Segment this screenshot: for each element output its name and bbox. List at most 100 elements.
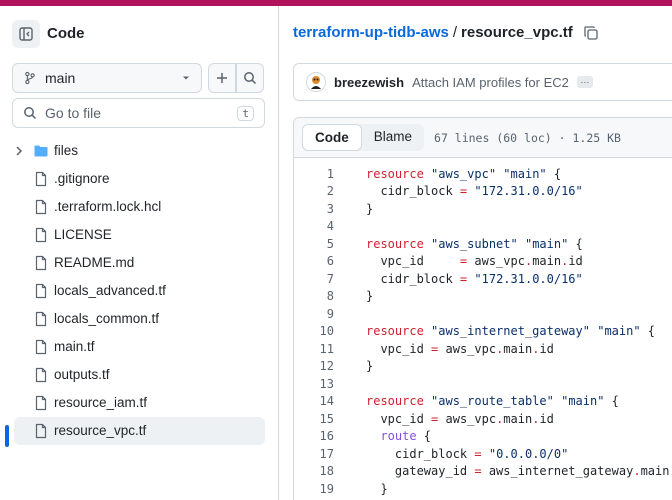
tree-item-terraform-lock[interactable]: .terraform.lock.hcl bbox=[0, 193, 279, 221]
code-line: 8} bbox=[294, 288, 672, 306]
line-number[interactable]: 14 bbox=[294, 394, 334, 408]
code-token: "aws_route_table" bbox=[431, 394, 554, 409]
code-text: cidr_block = "172.31.0.0/16" bbox=[334, 271, 582, 286]
code-line: 9 bbox=[294, 305, 672, 323]
commit-author[interactable]: breezewish bbox=[334, 75, 404, 90]
code-line: 17 cidr_block = "0.0.0.0/0" bbox=[294, 445, 672, 463]
code-token: aws_vpc bbox=[467, 254, 525, 269]
code-token: cidr_block bbox=[366, 184, 460, 199]
add-file-button[interactable] bbox=[208, 63, 236, 93]
tree-item-label: .terraform.lock.hcl bbox=[54, 199, 162, 214]
line-number[interactable]: 12 bbox=[294, 359, 334, 373]
tree-item-resource-iam[interactable]: resource_iam.tf bbox=[0, 389, 279, 417]
code-token: main bbox=[503, 341, 533, 356]
code-token: { bbox=[546, 166, 562, 181]
code-line: 13 bbox=[294, 375, 672, 393]
code-text: resource "aws_subnet" "main" { bbox=[334, 237, 583, 251]
file-icon bbox=[35, 255, 47, 271]
code-token: { bbox=[640, 324, 656, 339]
tree-item-label: main.tf bbox=[54, 339, 95, 354]
commit-message[interactable]: Attach IAM profiles for EC2 bbox=[412, 75, 569, 90]
sidebar-collapse-icon bbox=[19, 27, 33, 41]
search-icon bbox=[244, 72, 257, 85]
tree-item-label: resource_vpc.tf bbox=[54, 423, 147, 438]
code-line: 16 route { bbox=[294, 428, 672, 446]
tab-code[interactable]: Code bbox=[302, 124, 362, 151]
copy-icon[interactable] bbox=[583, 25, 599, 41]
code-token: "172.31.0.0/16" bbox=[474, 184, 583, 199]
code-token: { bbox=[416, 429, 432, 444]
code-token: "aws_internet_gateway" bbox=[431, 324, 590, 339]
code-token: main bbox=[640, 464, 670, 479]
tree-item-license[interactable]: LICENSE bbox=[0, 221, 279, 249]
tree-item-resource-vpc[interactable]: resource_vpc.tf bbox=[14, 417, 265, 445]
line-number[interactable]: 17 bbox=[294, 447, 334, 461]
code-token: aws_internet_gateway bbox=[481, 464, 634, 479]
code-token: } bbox=[366, 289, 374, 304]
line-number[interactable]: 15 bbox=[294, 412, 334, 426]
breadcrumb-repo-link[interactable]: terraform-up-tidb-aws bbox=[293, 24, 449, 41]
code-token: } bbox=[366, 359, 374, 374]
kebab-horizontal-icon[interactable]: ··· bbox=[576, 76, 593, 88]
line-number[interactable]: 4 bbox=[294, 219, 334, 233]
go-to-file-field[interactable]: t bbox=[12, 98, 265, 128]
tree-item-gitignore[interactable]: .gitignore bbox=[0, 165, 279, 193]
avatar[interactable] bbox=[306, 72, 326, 92]
caret-down-icon bbox=[183, 76, 189, 80]
chevron-right-icon[interactable] bbox=[13, 145, 25, 157]
branch-name: main bbox=[45, 70, 76, 86]
shortcut-key: t bbox=[237, 105, 254, 121]
tree-item-label: README.md bbox=[54, 255, 135, 270]
line-number[interactable]: 3 bbox=[294, 202, 334, 216]
line-number[interactable]: 5 bbox=[294, 237, 334, 251]
line-number[interactable]: 10 bbox=[294, 324, 334, 338]
tree-item-locals-advanced[interactable]: locals_advanced.tf bbox=[0, 277, 279, 305]
code-token: resource bbox=[366, 324, 432, 339]
line-number[interactable]: 6 bbox=[294, 254, 334, 268]
latest-commit-bar: breezewish Attach IAM profiles for EC2 ·… bbox=[293, 63, 672, 101]
tree-item-main[interactable]: main.tf bbox=[0, 333, 279, 361]
code-token: id bbox=[568, 254, 583, 269]
sidebar-toggle-button[interactable] bbox=[12, 20, 40, 48]
file-tree-sidebar: Code main t bbox=[0, 6, 279, 500]
tree-item-outputs[interactable]: outputs.tf bbox=[0, 361, 279, 389]
file-icon bbox=[35, 395, 47, 411]
search-code-button[interactable] bbox=[236, 63, 264, 93]
code-text: route { bbox=[334, 429, 431, 443]
branch-selector[interactable]: main bbox=[12, 63, 202, 93]
line-number[interactable]: 8 bbox=[294, 289, 334, 303]
file-header: Code Blame 67 lines (60 loc) · 1.25 KB bbox=[294, 118, 672, 158]
tree-item-readme[interactable]: README.md bbox=[0, 249, 279, 277]
line-number[interactable]: 9 bbox=[294, 307, 334, 321]
code-line: 19 } bbox=[294, 480, 672, 498]
line-number[interactable]: 18 bbox=[294, 464, 334, 478]
code-text: resource "aws_route_table" "main" { bbox=[334, 394, 619, 408]
code-text: } bbox=[334, 359, 373, 373]
line-number[interactable]: 16 bbox=[294, 429, 334, 443]
line-number[interactable]: 11 bbox=[294, 342, 334, 356]
line-number[interactable]: 1 bbox=[294, 167, 334, 181]
tree-item-label: LICENSE bbox=[54, 227, 112, 242]
go-to-file-input[interactable] bbox=[45, 105, 238, 121]
code-token: resource bbox=[366, 394, 432, 409]
line-number[interactable]: 7 bbox=[294, 272, 334, 286]
code-token: cidr_block bbox=[366, 271, 460, 286]
file-info: 67 lines (60 loc) · 1.25 KB bbox=[434, 130, 621, 145]
tab-blame[interactable]: Blame bbox=[362, 124, 424, 151]
line-number[interactable]: 2 bbox=[294, 184, 334, 198]
breadcrumb-file-name: resource_vpc.tf bbox=[461, 24, 573, 41]
code-token: route bbox=[366, 429, 417, 444]
code-line: 12} bbox=[294, 358, 672, 376]
code-line: 7 cidr_block = "172.31.0.0/16" bbox=[294, 270, 672, 288]
line-number[interactable]: 13 bbox=[294, 377, 334, 391]
file-icon bbox=[35, 339, 47, 355]
code-token: vpc_id bbox=[366, 341, 432, 356]
code-text: gateway_id = aws_internet_gateway.main.i… bbox=[334, 464, 672, 478]
tree-item-locals-common[interactable]: locals_common.tf bbox=[0, 305, 279, 333]
code-text: vpc_id = aws_vpc.main.id bbox=[334, 412, 553, 426]
tree-item-files[interactable]: files bbox=[0, 137, 279, 165]
code-line: 4 bbox=[294, 218, 672, 236]
line-number[interactable]: 19 bbox=[294, 482, 334, 496]
